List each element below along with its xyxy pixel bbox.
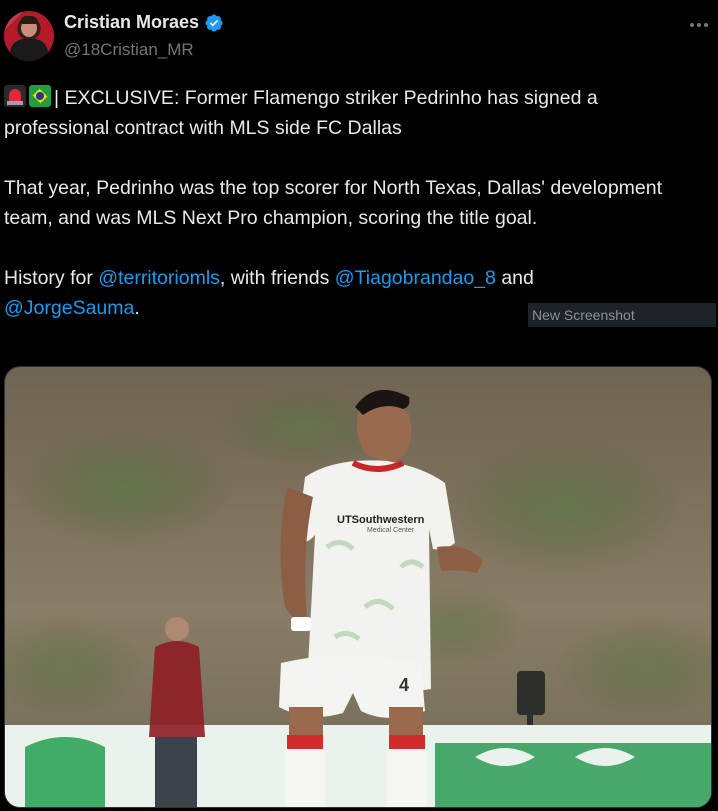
tweet-media-photo[interactable]: UTSouthwestern Medical Center 4 [4, 366, 712, 808]
author-avatar[interactable] [4, 11, 54, 61]
avatar-shirt [10, 39, 48, 61]
soccer-player-photo: UTSouthwestern Medical Center 4 [5, 367, 711, 807]
para3-mid: , with friends [219, 267, 335, 289]
tweet-body: | EXCLUSIVE: Former Flamengo striker Ped… [4, 83, 704, 323]
jersey-sponsor-text: UTSouthwestern [337, 514, 425, 526]
para3-prefix: History for [4, 267, 99, 289]
author-handle[interactable]: @18Cristian_MR [64, 40, 194, 60]
avatar-hair [20, 16, 38, 24]
tweet-paragraph-2: That year, Pedrinho was the top scorer f… [4, 177, 663, 229]
brazil-flag-emoji-icon [29, 85, 51, 107]
para3-and: and [495, 267, 534, 289]
shrub [15, 427, 235, 547]
jersey-sponsor-subtext: Medical Center [367, 527, 415, 534]
background-sign-post [517, 671, 545, 715]
mention-link-tiagobrandao[interactable]: @Tiagobrandao_8 [335, 267, 496, 289]
tweet-header: Cristian Moraes @18Cristian_MR [0, 0, 718, 80]
more-options-icon[interactable] [688, 14, 710, 36]
author-display-name[interactable]: Cristian Moraes [64, 12, 199, 33]
siren-emoji-icon [4, 85, 26, 107]
player-wristband [291, 617, 311, 631]
para3-suffix: . [134, 297, 140, 319]
board-graphic [435, 743, 711, 807]
more-dot [704, 23, 708, 27]
more-dot [690, 23, 694, 27]
mention-link-territoriomls[interactable]: @territoriomls [98, 267, 220, 289]
verified-badge-icon [205, 13, 223, 32]
tweet-line1-text: | EXCLUSIVE: Former Flamengo striker Ped… [4, 87, 598, 139]
shrub [445, 437, 685, 577]
screenshot-watermark: New Screenshot [528, 303, 716, 327]
shorts-number: 4 [399, 675, 409, 695]
more-dot [697, 23, 701, 27]
board-graphic [25, 737, 105, 807]
author-name-row[interactable]: Cristian Moraes [64, 12, 224, 33]
tweet-paragraph-1: | EXCLUSIVE: Former Flamengo striker Ped… [4, 83, 704, 143]
mention-link-jorgesauma[interactable]: @JorgeSauma [4, 297, 134, 319]
